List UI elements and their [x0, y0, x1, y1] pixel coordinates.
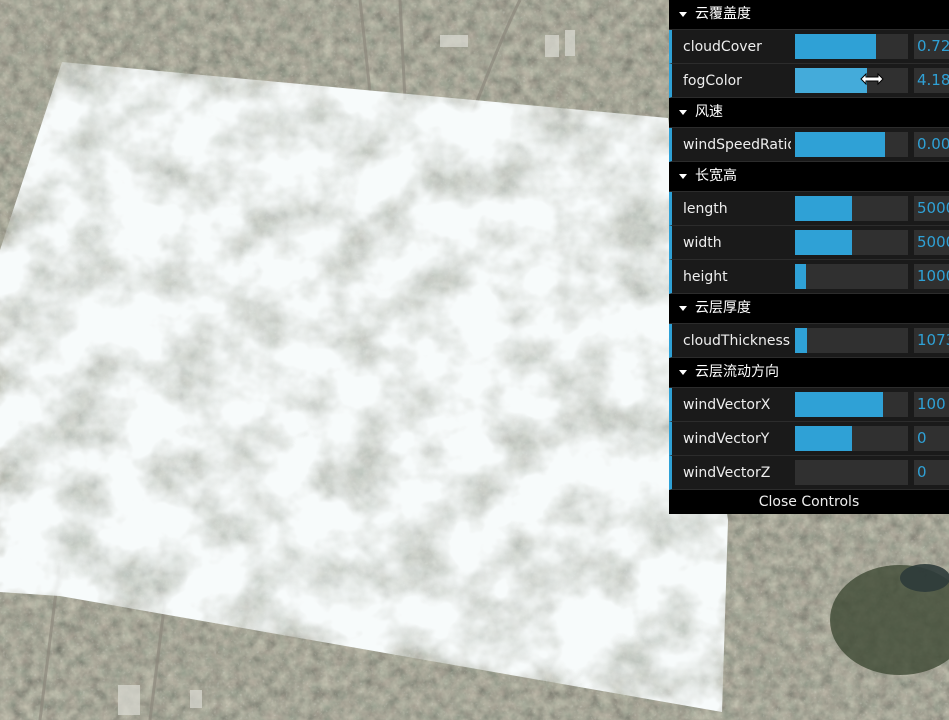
control-label: windVectorZ: [683, 464, 771, 481]
control-row-cloudThickness: cloudThickness 1073: [669, 324, 949, 358]
slider-cloudCover[interactable]: [795, 34, 908, 59]
slider-fill: [795, 264, 807, 289]
folder-title-label: 云覆盖度: [695, 6, 751, 22]
control-label: fogColor: [683, 72, 742, 89]
number-input-cloudThickness[interactable]: 1073: [914, 328, 949, 353]
number-input-cloudCover[interactable]: 0.72: [914, 34, 949, 59]
slider-height[interactable]: [795, 264, 908, 289]
close-controls-button[interactable]: Close Controls: [669, 490, 949, 514]
control-label: windSpeedRatio: [683, 136, 791, 153]
number-input-length[interactable]: 5000: [914, 196, 949, 221]
number-input-fogColor[interactable]: 4.18: [914, 68, 949, 93]
control-row-height: height 1000: [669, 260, 949, 294]
triangle-down-icon: [679, 306, 687, 311]
triangle-down-icon: [679, 174, 687, 179]
folder-title-2[interactable]: 长宽高: [669, 162, 949, 192]
control-row-windVectorY: windVectorY 0: [669, 422, 949, 456]
number-input-windVectorY[interactable]: 0: [914, 426, 949, 451]
slider-width[interactable]: [795, 230, 908, 255]
folder-title-label: 云层流动方向: [695, 364, 779, 380]
control-row-windVectorX: windVectorX 100: [669, 388, 949, 422]
control-row-windSpeedRatio: windSpeedRatio 0.000: [669, 128, 949, 162]
control-row-length: length 5000: [669, 192, 949, 226]
slider-fogColor[interactable]: [795, 68, 908, 93]
control-row-windVectorZ: windVectorZ 0: [669, 456, 949, 490]
control-label: windVectorY: [683, 430, 770, 447]
control-label: height: [683, 268, 728, 285]
slider-windSpeedRatio[interactable]: [795, 132, 908, 157]
control-label: width: [683, 234, 722, 251]
number-input-windSpeedRatio[interactable]: 0.000: [914, 132, 949, 157]
triangle-down-icon: [679, 370, 687, 375]
slider-fill: [795, 230, 852, 255]
number-input-width[interactable]: 5000: [914, 230, 949, 255]
control-row-fogColor: fogColor 4.18: [669, 64, 949, 98]
control-label: windVectorX: [683, 396, 771, 413]
control-label: length: [683, 200, 728, 217]
control-row-width: width 5000: [669, 226, 949, 260]
slider-fill: [795, 328, 808, 353]
number-input-height[interactable]: 1000: [914, 264, 949, 289]
controls-panel: 云覆盖度 cloudCover 0.72 fogColor 4.18 风速 windSpee…: [669, 0, 949, 514]
folder-title-3[interactable]: 云层厚度: [669, 294, 949, 324]
folder-title-label: 风速: [695, 104, 723, 120]
folder-title-label: 云层厚度: [695, 300, 751, 316]
folder-title-4[interactable]: 云层流动方向: [669, 358, 949, 388]
slider-windVectorZ[interactable]: [795, 460, 908, 485]
folder-title-0[interactable]: 云覆盖度: [669, 0, 949, 30]
folder-title-1[interactable]: 风速: [669, 98, 949, 128]
number-input-windVectorZ[interactable]: 0: [914, 460, 949, 485]
slider-cloudThickness[interactable]: [795, 328, 908, 353]
triangle-down-icon: [679, 110, 687, 115]
folder-title-label: 长宽高: [695, 168, 737, 184]
slider-windVectorX[interactable]: [795, 392, 908, 417]
slider-length[interactable]: [795, 196, 908, 221]
slider-fill: [795, 392, 884, 417]
triangle-down-icon: [679, 12, 687, 17]
slider-fill: [795, 34, 877, 59]
control-label: cloudCover: [683, 38, 762, 55]
control-row-cloudCover: cloudCover 0.72: [669, 30, 949, 64]
slider-fill: [795, 426, 852, 451]
number-input-windVectorX[interactable]: 100: [914, 392, 949, 417]
slider-fill: [795, 68, 868, 93]
control-label: cloudThickness: [683, 332, 791, 349]
slider-fill: [795, 132, 886, 157]
slider-fill: [795, 196, 852, 221]
slider-windVectorY[interactable]: [795, 426, 908, 451]
